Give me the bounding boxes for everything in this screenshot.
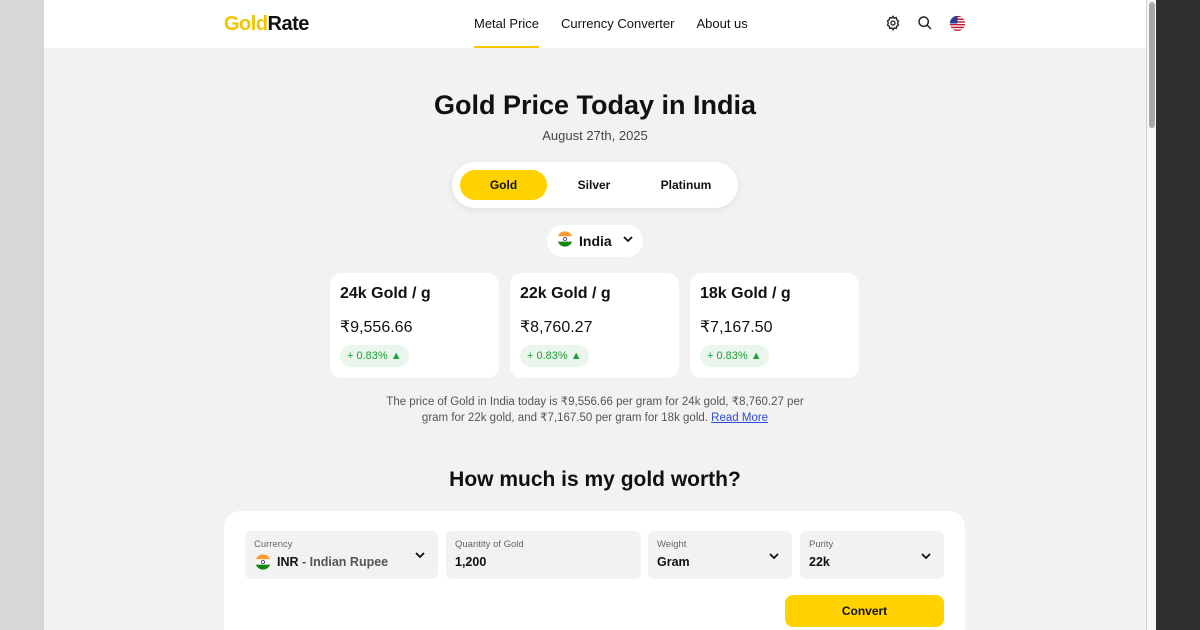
price-description: The price of Gold in India today is ₹9,5… xyxy=(384,394,806,426)
country-name: India xyxy=(579,233,612,249)
gear-icon[interactable] xyxy=(884,14,902,32)
change-badge: + 0.83% ▲ xyxy=(340,345,409,367)
main-nav: Metal Price Currency Converter About us xyxy=(474,0,748,48)
weight-label: Weight xyxy=(657,539,687,550)
window-frame xyxy=(1156,0,1200,630)
country-selector[interactable]: India xyxy=(547,225,643,257)
goldrate-logo[interactable]: GoldRate xyxy=(224,13,309,36)
tab-silver[interactable]: Silver xyxy=(556,170,632,200)
calculator-heading: How much is my gold worth? xyxy=(449,468,741,491)
chevron-down-icon xyxy=(414,548,426,566)
quantity-input[interactable]: Quantity of Gold 1,200 xyxy=(446,531,641,579)
card-price: ₹8,760.27 xyxy=(520,319,593,336)
change-badge: + 0.83% ▲ xyxy=(520,345,589,367)
card-price: ₹7,167.50 xyxy=(700,319,773,336)
purity-value: 22k xyxy=(809,555,830,569)
price-card-24k: 24k Gold / g ₹9,556.66 + 0.83% ▲ xyxy=(330,273,499,378)
price-card-18k: 18k Gold / g ₹7,167.50 + 0.83% ▲ xyxy=(690,273,859,378)
nav-currency-converter[interactable]: Currency Converter xyxy=(561,0,674,48)
page-date: August 27th, 2025 xyxy=(542,128,648,143)
nav-about-us[interactable]: About us xyxy=(696,0,747,48)
purity-label: Purity xyxy=(809,539,834,550)
page-title: Gold Price Today in India xyxy=(433,90,757,120)
logo-rate-text: Rate xyxy=(267,13,310,35)
header-actions xyxy=(884,14,966,32)
chevron-down-icon xyxy=(768,549,780,567)
weight-value: Gram xyxy=(657,555,690,569)
site-header: GoldRate Metal Price Currency Converter … xyxy=(44,0,1146,48)
card-title: 18k Gold / g xyxy=(700,285,791,302)
currency-separator: - xyxy=(298,555,310,569)
currency-name: Indian Rupee xyxy=(309,555,389,569)
currency-label: Currency xyxy=(254,539,293,550)
currency-value: INR - Indian Rupee xyxy=(277,555,388,569)
metal-selector: Gold Silver Platinum xyxy=(452,162,738,208)
convert-button[interactable]: Convert xyxy=(785,595,944,627)
currency-code: INR xyxy=(277,555,299,569)
page-viewport: GoldRate Metal Price Currency Converter … xyxy=(44,0,1146,630)
read-more-link[interactable]: Read More xyxy=(711,412,768,424)
page-scrollbar[interactable] xyxy=(1146,0,1156,630)
us-flag-icon[interactable] xyxy=(948,14,966,32)
chevron-down-icon xyxy=(622,232,634,250)
india-flag-icon xyxy=(557,230,573,252)
search-icon[interactable] xyxy=(916,14,934,32)
logo-gold-text: Gold xyxy=(224,13,268,35)
change-badge: + 0.83% ▲ xyxy=(700,345,769,367)
quantity-value: 1,200 xyxy=(455,555,487,569)
chevron-down-icon xyxy=(920,549,932,567)
card-title: 24k Gold / g xyxy=(340,285,431,302)
tab-gold[interactable]: Gold xyxy=(460,170,547,200)
gold-calculator: Currency INR - Indian Rupee Quantity of … xyxy=(224,511,965,630)
card-title: 22k Gold / g xyxy=(520,285,611,302)
weight-select[interactable]: Weight Gram xyxy=(648,531,792,579)
currency-select[interactable]: Currency INR - Indian Rupee xyxy=(245,531,438,579)
nav-metal-price[interactable]: Metal Price xyxy=(474,0,540,48)
scrollbar-thumb[interactable] xyxy=(1149,2,1155,128)
tab-platinum[interactable]: Platinum xyxy=(642,170,730,200)
card-price: ₹9,556.66 xyxy=(340,319,413,336)
purity-select[interactable]: Purity 22k xyxy=(800,531,944,579)
price-card-22k: 22k Gold / g ₹8,760.27 + 0.83% ▲ xyxy=(510,273,679,378)
quantity-label: Quantity of Gold xyxy=(455,539,524,550)
india-flag-icon xyxy=(255,554,271,575)
